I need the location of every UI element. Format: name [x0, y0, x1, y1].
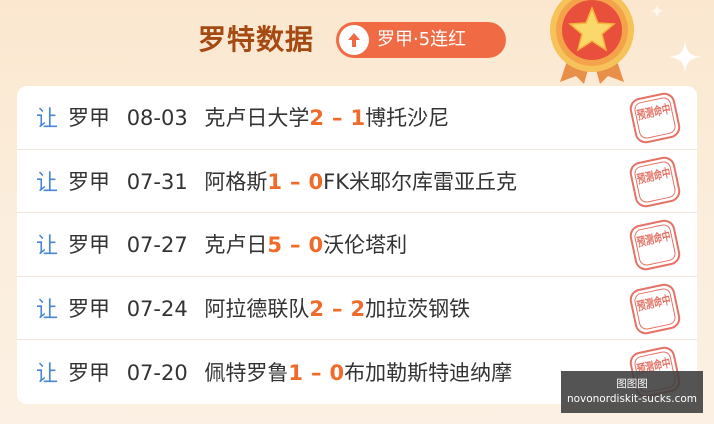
score-separator: – — [290, 233, 301, 258]
match-date: 07-27 — [126, 233, 188, 258]
match-info: 罗甲 08-03 克卢日大学2–1博托沙尼 — [66, 102, 449, 132]
match-row[interactable]: 让 罗甲 07-31 阿格斯1–0FK米耶尔库雷亚丘克 预测命中 — [17, 150, 697, 214]
away-score: 2 — [350, 297, 366, 322]
up-arrow-icon — [339, 25, 369, 55]
match-date: 07-24 — [126, 297, 188, 322]
page-title: 罗特数据 — [198, 23, 315, 56]
match-date: 08-03 — [126, 106, 188, 131]
home-score: 1 — [288, 361, 304, 386]
handicap-tag: 让 — [36, 298, 59, 324]
prediction-hit-stamp-icon: 预测命中 — [629, 92, 681, 144]
match-info: 罗甲 07-31 阿格斯1–0FK米耶尔库雷亚丘克 — [66, 166, 517, 196]
sparkle-icon — [668, 40, 702, 74]
prediction-hit-stamp-icon: 预测命中 — [629, 283, 681, 335]
score-separator: – — [311, 361, 322, 386]
prediction-hit-stamp-icon: 预测命中 — [629, 219, 681, 271]
watermark-line2: novonordiskit-sucks.com — [566, 393, 698, 405]
match-date: 07-20 — [126, 361, 188, 386]
match-row[interactable]: 让 罗甲 08-03 克卢日大学2–1博托沙尼 预测命中 — [17, 86, 697, 150]
home-score: 2 — [309, 106, 325, 131]
streak-badge[interactable]: 罗甲·5连红 — [336, 22, 506, 58]
away-score: 1 — [350, 106, 366, 131]
stamp-text: 预测命中 — [635, 292, 671, 314]
home-score: 5 — [267, 233, 283, 258]
home-score: 1 — [267, 169, 283, 194]
handicap-tag: 让 — [36, 107, 59, 133]
away-team: 加拉茨钢铁 — [365, 297, 471, 322]
home-team: 克卢日大学 — [204, 106, 310, 131]
match-info: 罗甲 07-20 佩特罗鲁1–0布加勒斯特迪纳摩 — [66, 357, 512, 387]
stamp-text: 预测命中 — [635, 101, 671, 123]
handicap-tag: 让 — [36, 234, 59, 260]
home-team: 阿拉德联队 — [204, 297, 310, 322]
match-row[interactable]: 让 罗甲 07-24 阿拉德联队2–2加拉茨钢铁 预测命中 — [17, 277, 697, 341]
away-team: 博托沙尼 — [365, 106, 450, 131]
score-separator: – — [332, 106, 343, 131]
stamp-text: 预测命中 — [635, 228, 671, 250]
match-row[interactable]: 让 罗甲 07-27 克卢日5–0沃伦塔利 预测命中 — [17, 213, 697, 277]
match-info: 罗甲 07-24 阿拉德联队2–2加拉茨钢铁 — [66, 293, 470, 323]
away-team: 沃伦塔利 — [323, 233, 408, 258]
handicap-tag: 让 — [36, 170, 59, 196]
match-date: 07-31 — [126, 169, 188, 194]
away-score: 0 — [308, 233, 324, 258]
match-list: 让 罗甲 08-03 克卢日大学2–1博托沙尼 预测命中 让 罗甲 07-31 … — [17, 86, 697, 404]
stamp-text: 预测命中 — [635, 164, 671, 186]
away-team: FK米耶尔库雷亚丘克 — [323, 169, 518, 194]
league: 罗甲 — [68, 297, 110, 322]
watermark-line1: 图图图 — [616, 378, 648, 390]
away-score: 0 — [308, 169, 324, 194]
match-info: 罗甲 07-27 克卢日5–0沃伦塔利 — [66, 229, 407, 259]
away-team: 布加勒斯特迪纳摩 — [344, 361, 513, 386]
streak-badge-label: 罗甲·5连红 — [377, 29, 467, 50]
sparkle-small-icon — [650, 4, 664, 18]
score-separator: – — [290, 169, 301, 194]
league: 罗甲 — [68, 169, 110, 194]
watermark: 图图图 novonordiskit-sucks.com — [561, 371, 703, 413]
home-score: 2 — [309, 297, 325, 322]
home-team: 佩特罗鲁 — [204, 361, 289, 386]
home-team: 克卢日 — [204, 233, 268, 258]
league: 罗甲 — [68, 233, 110, 258]
header: 罗特数据 罗甲·5连红 — [0, 0, 714, 84]
league: 罗甲 — [68, 106, 110, 131]
star-medal-icon — [550, 0, 634, 84]
home-team: 阿格斯 — [204, 169, 268, 194]
handicap-tag: 让 — [36, 362, 59, 388]
away-score: 0 — [329, 361, 345, 386]
score-separator: – — [332, 297, 343, 322]
league: 罗甲 — [68, 361, 110, 386]
prediction-hit-stamp-icon: 预测命中 — [629, 156, 681, 207]
